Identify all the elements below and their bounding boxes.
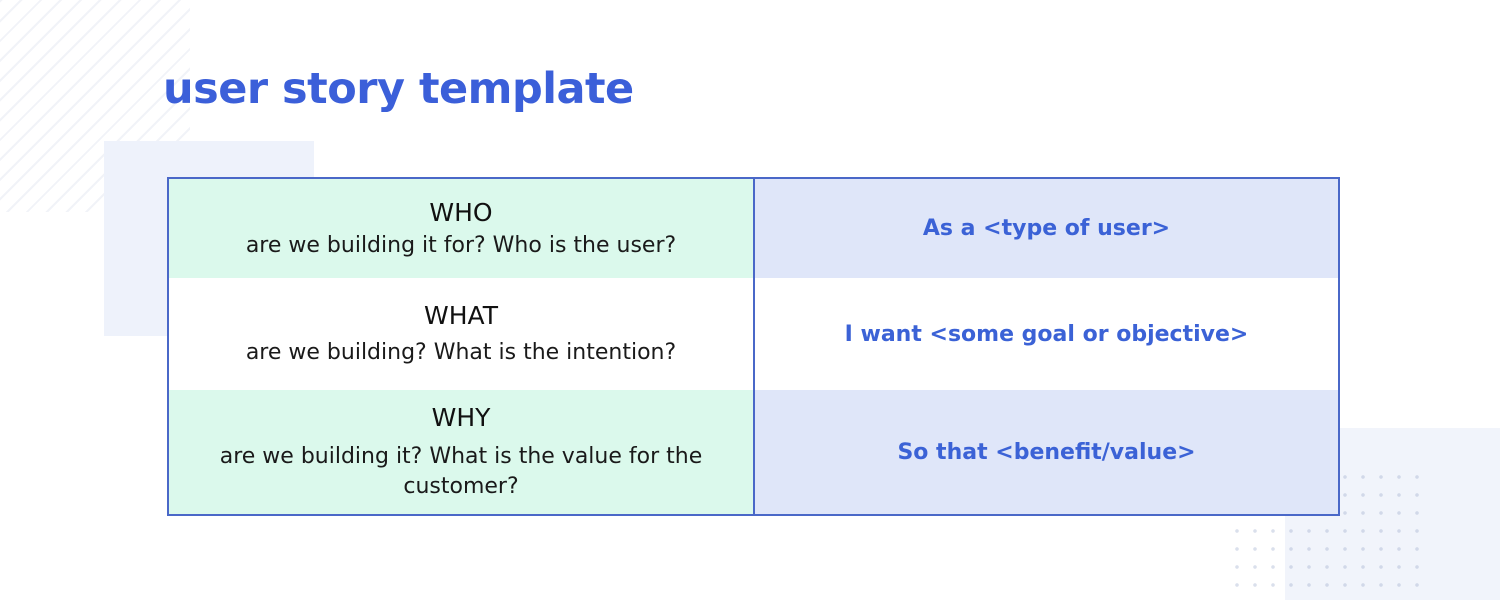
who-answer-cell: As a <type of user>: [755, 179, 1338, 278]
what-answer-cell: I want <some goal or objective>: [755, 278, 1338, 390]
who-heading: WHO: [429, 197, 493, 227]
what-description: are we building? What is the intention?: [245, 340, 677, 365]
why-description: are we building it? What is the value fo…: [219, 444, 703, 499]
why-answer: So that <benefit/value>: [897, 439, 1196, 465]
what-question-cell: WHAT are we building? What is the intent…: [169, 278, 755, 390]
user-story-table: WHO are we building it for? Who is the u…: [167, 177, 1340, 516]
who-answer: As a <type of user>: [922, 216, 1171, 241]
what-answer: I want <some goal or objective>: [844, 321, 1249, 347]
what-heading: WHAT: [424, 301, 498, 330]
who-description: are we building it for? Who is the user?: [245, 232, 677, 258]
why-question-cell: WHY are we building it? What is the valu…: [169, 390, 755, 514]
why-heading: WHY: [431, 403, 491, 432]
why-answer-cell: So that <benefit/value>: [755, 390, 1338, 514]
page-title: user story template: [163, 64, 634, 114]
who-question-cell: WHO are we building it for? Who is the u…: [169, 179, 755, 278]
